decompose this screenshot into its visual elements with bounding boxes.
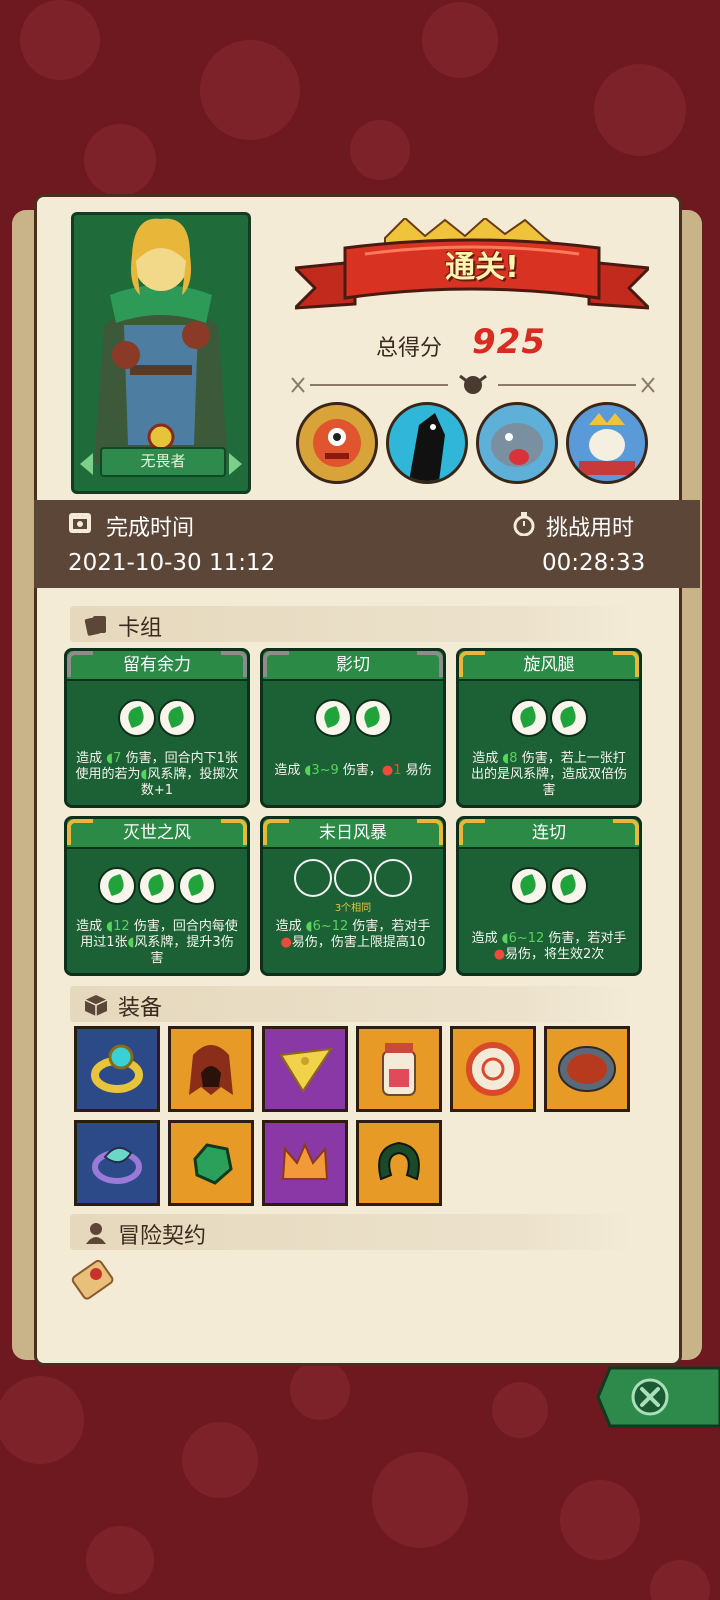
wind-die-icon	[510, 699, 548, 737]
duration-label: 挑战用时	[546, 516, 635, 541]
contract-section-header: 冒险契约	[70, 1214, 633, 1250]
wind-die-icon	[118, 699, 156, 737]
wind-die-icon	[510, 867, 548, 905]
score-label: 总得分	[376, 336, 443, 361]
wind-dice-slots	[459, 867, 639, 905]
person-icon	[86, 1223, 106, 1244]
plate-icon[interactable]	[544, 1026, 630, 1112]
card-xuanfengtui[interactable]: 旋风腿 造成 ◖8 伤害，若上一张打出的是风系牌，造成双倍伤害	[456, 648, 642, 808]
dice-slots	[263, 859, 443, 897]
card-description: 造成 ◖8 伤害，若上一张打出的是风系牌，造成双倍伤害	[470, 751, 627, 798]
complete-time-value: 2021-10-30 11:12	[68, 550, 276, 576]
hero-portrait: 无畏者	[71, 212, 251, 494]
card-description: 造成 ◖7 伤害，回合内下1张使用的若为◖风系牌，投掷次数+1	[75, 751, 239, 798]
card-description: 造成 ◖6~12 伤害，若对手●易伤，将生效2次	[471, 931, 627, 962]
boss-shadow-icon	[386, 402, 468, 484]
calendar-icon	[69, 513, 91, 533]
wind-die-icon	[550, 867, 588, 905]
equipment-section-header: 装备	[70, 986, 633, 1022]
wind-die-icon	[550, 699, 588, 737]
boss-beast-icon	[476, 402, 558, 484]
contract-scroll-icon[interactable]	[66, 1252, 122, 1308]
complete-time-label: 完成时间	[106, 516, 195, 541]
card-liuyouyuli[interactable]: 留有余力 造成 ◖7 伤害，回合内下1张使用的若为◖风系牌，投掷次数+1	[64, 648, 250, 808]
wind-die-icon	[354, 699, 392, 737]
wind-die-icon	[178, 867, 216, 905]
prev-hero-arrow-icon[interactable]	[80, 453, 93, 475]
cheese-icon[interactable]	[262, 1026, 348, 1112]
ring-icon[interactable]	[74, 1026, 160, 1112]
leaf-ring-icon[interactable]	[74, 1120, 160, 1206]
boss-skeleton-icon	[566, 402, 648, 484]
hero-name: 无畏者	[100, 447, 226, 477]
clear-label: 通关!	[445, 250, 519, 285]
empty-die-icon	[374, 859, 412, 897]
card-title: 灭世之风	[67, 819, 247, 849]
wind-dice-slots	[263, 699, 443, 737]
next-hero-arrow-icon[interactable]	[229, 453, 242, 475]
card-mieshizhifeng[interactable]: 灭世之风 造成 ◖12 伤害，回合内每使用过1张◖风系牌，提升3伤害	[64, 816, 250, 976]
empty-die-icon	[294, 859, 332, 897]
ornament-divider	[291, 374, 655, 394]
wind-die-icon	[98, 867, 136, 905]
box-icon	[84, 995, 108, 1016]
card-mofengbao[interactable]: 末日风暴 3个相同 造成 ◖6~12 伤害，若对手●易伤，伤害上限提高10	[260, 816, 446, 976]
card-title: 末日风暴	[263, 819, 443, 849]
cards-icon	[84, 616, 106, 636]
card-title: 旋风腿	[459, 651, 639, 681]
wind-die-icon	[158, 699, 196, 737]
emerald-icon[interactable]	[168, 1120, 254, 1206]
empty-die-icon	[334, 859, 372, 897]
hood-icon[interactable]	[168, 1026, 254, 1112]
equipment-section-title: 装备	[118, 996, 163, 1021]
score-value: 925	[472, 322, 546, 362]
deck-section-title: 卡组	[118, 616, 163, 641]
card-title: 留有余力	[67, 651, 247, 681]
card-description: 造成 ◖12 伤害，回合内每使用过1张◖风系牌，提升3伤害	[76, 919, 238, 966]
defeated-bosses	[296, 402, 652, 486]
deck-section-header: 卡组	[70, 606, 633, 642]
crown-icon[interactable]	[262, 1120, 348, 1206]
wind-dice-slots	[67, 867, 247, 905]
card-lianqie[interactable]: 连切 造成 ◖6~12 伤害，若对手●易伤，将生效2次	[456, 816, 642, 976]
duration-value: 00:28:33	[542, 550, 646, 576]
horseshoe-icon[interactable]	[356, 1120, 442, 1206]
jar-icon[interactable]	[356, 1026, 442, 1112]
coin-icon[interactable]	[450, 1026, 536, 1112]
wind-die-icon	[314, 699, 352, 737]
card-title: 影切	[263, 651, 443, 681]
card-description: 造成 ◖3~9 伤害，●1 易伤	[274, 763, 432, 778]
card-yingqie[interactable]: 影切 造成 ◖3~9 伤害，●1 易伤	[260, 648, 446, 808]
wind-die-icon	[138, 867, 176, 905]
wind-dice-slots	[67, 699, 247, 737]
card-description: 造成 ◖6~12 伤害，若对手●易伤，伤害上限提高10	[275, 919, 431, 950]
same-dice-hint: 3个相同	[334, 903, 372, 914]
stopwatch-icon	[513, 512, 535, 536]
wind-dice-slots	[459, 699, 639, 737]
close-button[interactable]	[596, 1366, 720, 1428]
boss-eye-monster-icon	[296, 402, 378, 484]
card-title: 连切	[459, 819, 639, 849]
contract-section-title: 冒险契约	[118, 1224, 207, 1249]
